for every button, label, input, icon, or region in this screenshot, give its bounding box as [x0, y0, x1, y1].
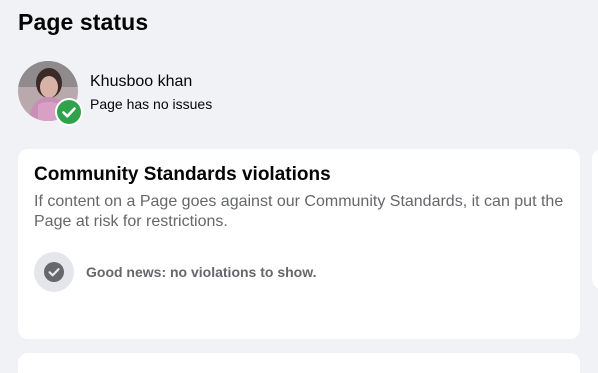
page-title: Page status [18, 9, 149, 35]
checkmark-circle-icon [34, 252, 74, 292]
below-card-edge [18, 353, 580, 373]
profile-status: Page has no issues [90, 96, 213, 112]
check-icon [44, 262, 64, 282]
profile-summary[interactable]: Khusboo khan Page has no issues [18, 61, 318, 126]
card-title: Community Standards violations [34, 164, 331, 185]
card-description: If content on a Page goes against our Co… [34, 193, 564, 230]
profile-name[interactable]: Khusboo khan [90, 73, 192, 91]
community-standards-card: Community Standards violations If conten… [18, 149, 580, 339]
good-news-row: Good news: no violations to show. [34, 252, 316, 292]
next-card-edge [592, 149, 598, 289]
check-circle-icon [57, 100, 81, 124]
good-news-text: Good news: no violations to show. [86, 264, 317, 280]
verified-badge [55, 98, 83, 126]
